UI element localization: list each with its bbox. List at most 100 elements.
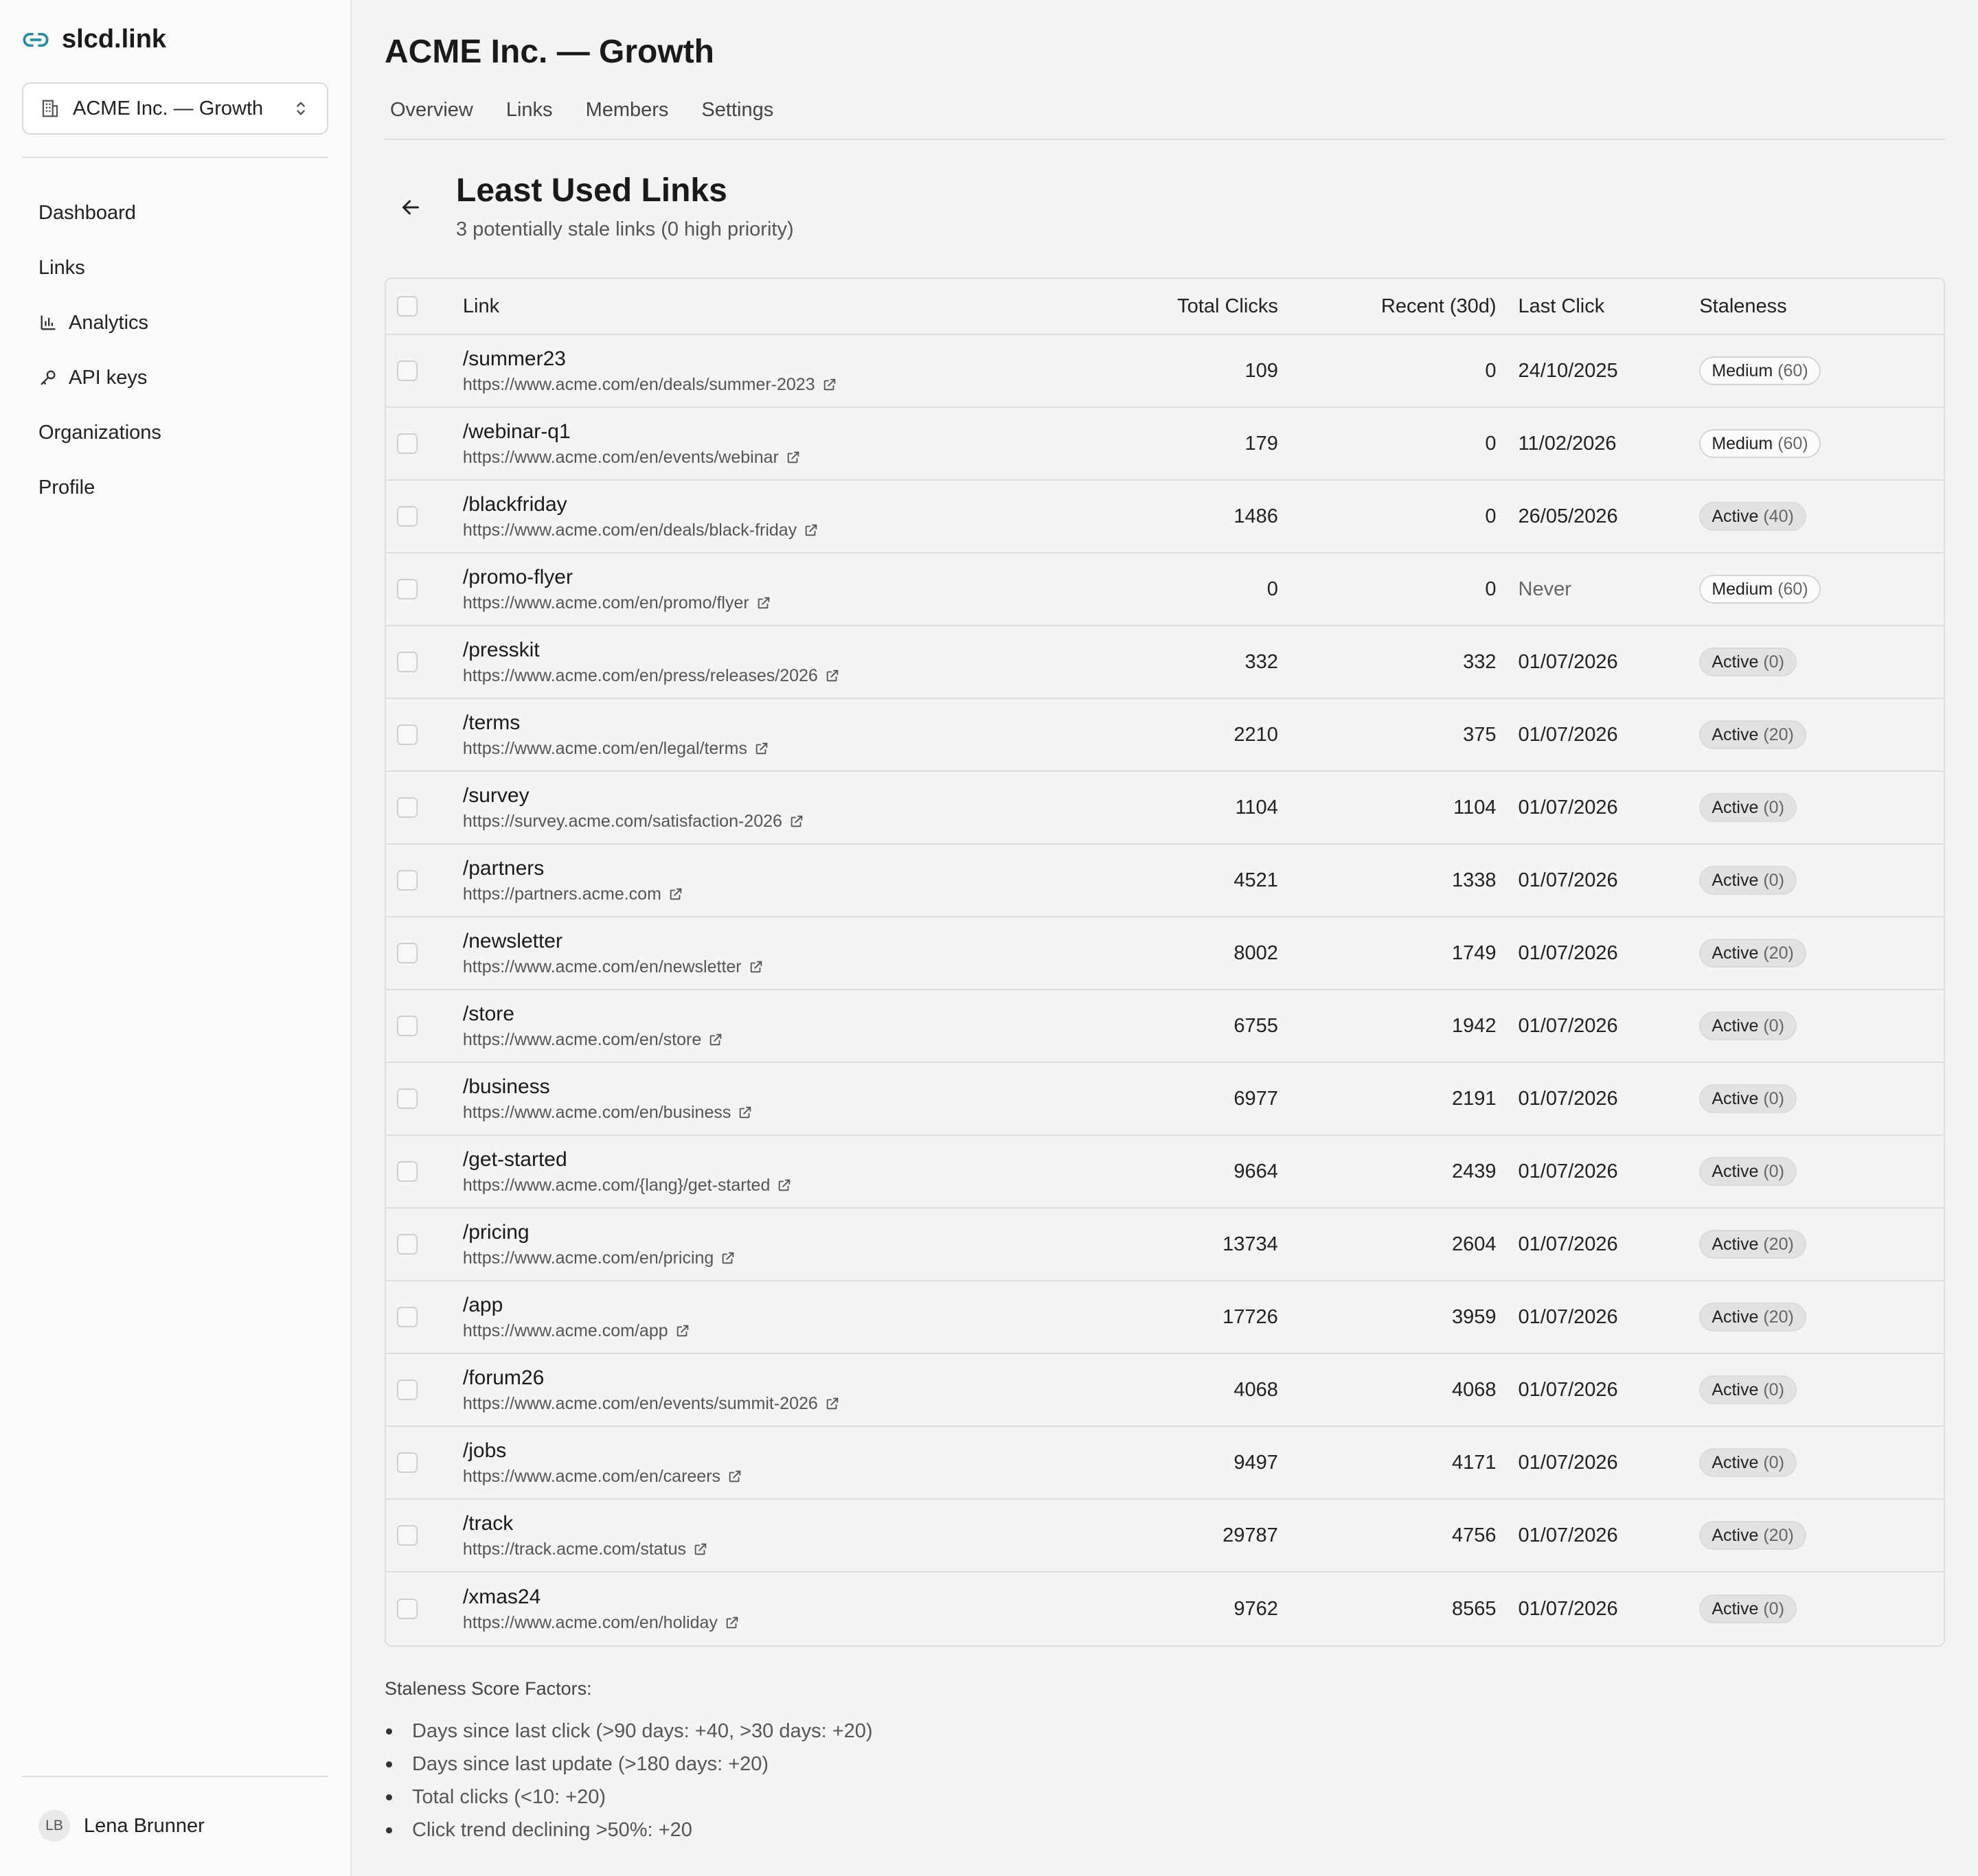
link-destination-url[interactable]: https://www.acme.com/{lang}/get-started	[463, 1176, 770, 1196]
external-link-icon[interactable]	[825, 668, 840, 683]
table-row[interactable]: /newsletter https://www.acme.com/en/newsl…	[386, 917, 1944, 990]
tab-settings[interactable]: Settings	[701, 96, 773, 124]
row-checkbox[interactable]	[397, 797, 418, 818]
table-row[interactable]: /partners https://partners.acme.com 4521 13…	[386, 845, 1944, 917]
link-slug[interactable]: /partners	[463, 857, 1115, 880]
sidebar-item-dashboard[interactable]: Dashboard	[22, 185, 328, 240]
link-slug[interactable]: /get-started	[463, 1148, 1115, 1171]
link-slug[interactable]: /track	[463, 1512, 1115, 1535]
row-checkbox[interactable]	[397, 1088, 418, 1109]
external-link-icon[interactable]	[720, 1250, 736, 1266]
external-link-icon[interactable]	[675, 1323, 690, 1338]
select-all-checkbox[interactable]	[397, 296, 418, 317]
column-header-staleness[interactable]: Staleness	[1696, 295, 1944, 318]
link-slug[interactable]: /webinar-q1	[463, 420, 1115, 444]
row-checkbox[interactable]	[397, 506, 418, 527]
table-row[interactable]: /webinar-q1 https://www.acme.com/en/event…	[386, 408, 1944, 481]
table-row[interactable]: /store https://www.acme.com/en/store 6755 1…	[386, 990, 1944, 1063]
row-checkbox[interactable]	[397, 943, 418, 963]
link-slug[interactable]: /newsletter	[463, 930, 1115, 953]
table-row[interactable]: /promo-flyer https://www.acme.com/en/prom…	[386, 553, 1944, 626]
external-link-icon[interactable]	[756, 595, 771, 610]
tab-members[interactable]: Members	[586, 96, 669, 124]
table-row[interactable]: /business https://www.acme.com/en/busines…	[386, 1063, 1944, 1136]
link-destination-url[interactable]: https://www.acme.com/app	[463, 1321, 668, 1341]
tab-overview[interactable]: Overview	[390, 96, 473, 124]
external-link-icon[interactable]	[789, 814, 804, 829]
sidebar-item-links[interactable]: Links	[22, 240, 328, 295]
external-link-icon[interactable]	[804, 523, 819, 538]
external-link-icon[interactable]	[749, 959, 764, 974]
row-checkbox[interactable]	[397, 1016, 418, 1036]
link-destination-url[interactable]: https://www.acme.com/en/newsletter	[463, 957, 742, 977]
table-row[interactable]: /summer23 https://www.acme.com/en/deals/s…	[386, 335, 1944, 408]
external-link-icon[interactable]	[693, 1542, 708, 1557]
link-slug[interactable]: /jobs	[463, 1439, 1115, 1463]
column-header-last-click[interactable]: Last Click	[1497, 295, 1697, 318]
external-link-icon[interactable]	[754, 741, 769, 756]
row-checkbox[interactable]	[397, 1380, 418, 1400]
table-row[interactable]: /presskit https://www.acme.com/en/press/r…	[386, 626, 1944, 699]
external-link-icon[interactable]	[777, 1178, 792, 1193]
external-link-icon[interactable]	[825, 1396, 840, 1411]
link-destination-url[interactable]: https://www.acme.com/en/holiday	[463, 1613, 718, 1633]
external-link-icon[interactable]	[786, 450, 801, 465]
external-link-icon[interactable]	[725, 1615, 740, 1630]
table-row[interactable]: /survey https://survey.acme.com/satisfact…	[386, 772, 1944, 845]
back-arrow-icon[interactable]	[398, 195, 423, 220]
sidebar-item-profile[interactable]: Profile	[22, 460, 328, 515]
row-checkbox[interactable]	[397, 652, 418, 672]
row-checkbox[interactable]	[397, 1452, 418, 1473]
external-link-icon[interactable]	[738, 1105, 753, 1120]
link-slug[interactable]: /forum26	[463, 1366, 1115, 1390]
external-link-icon[interactable]	[822, 377, 837, 392]
table-row[interactable]: /get-started https://www.acme.com/{lang}/…	[386, 1136, 1944, 1209]
link-slug[interactable]: /blackfriday	[463, 493, 1115, 516]
brand[interactable]: slcd.link	[22, 25, 166, 54]
table-row[interactable]: /pricing https://www.acme.com/en/pricing 1…	[386, 1209, 1944, 1281]
row-checkbox[interactable]	[397, 579, 418, 599]
link-destination-url[interactable]: https://www.acme.com/en/promo/flyer	[463, 593, 749, 613]
sidebar-item-api-keys[interactable]: API keys	[22, 350, 328, 405]
row-checkbox[interactable]	[397, 1525, 418, 1546]
link-destination-url[interactable]: https://www.acme.com/en/press/releases/2…	[463, 666, 818, 686]
column-header-link[interactable]: Link	[463, 295, 1115, 318]
row-checkbox[interactable]	[397, 1234, 418, 1255]
column-header-recent[interactable]: Recent (30d)	[1278, 295, 1497, 318]
link-slug[interactable]: /promo-flyer	[463, 566, 1115, 589]
link-destination-url[interactable]: https://www.acme.com/en/events/webinar	[463, 448, 779, 468]
link-destination-url[interactable]: https://www.acme.com/en/deals/summer-202…	[463, 375, 815, 395]
row-checkbox[interactable]	[397, 1161, 418, 1182]
row-checkbox[interactable]	[397, 433, 418, 454]
link-destination-url[interactable]: https://partners.acme.com	[463, 884, 661, 904]
table-row[interactable]: /blackfriday https://www.acme.com/en/deal…	[386, 481, 1944, 553]
table-row[interactable]: /app https://www.acme.com/app 17726 3959 01/…	[386, 1281, 1944, 1354]
link-destination-url[interactable]: https://www.acme.com/en/careers	[463, 1467, 720, 1487]
link-slug[interactable]: /xmas24	[463, 1586, 1115, 1609]
external-link-icon[interactable]	[668, 886, 683, 902]
tab-links[interactable]: Links	[506, 96, 553, 124]
column-header-total-clicks[interactable]: Total Clicks	[1115, 295, 1278, 318]
external-link-icon[interactable]	[727, 1469, 742, 1484]
link-slug[interactable]: /survey	[463, 784, 1115, 808]
link-destination-url[interactable]: https://www.acme.com/en/events/summit-20…	[463, 1394, 818, 1414]
link-slug[interactable]: /store	[463, 1003, 1115, 1026]
row-checkbox[interactable]	[397, 870, 418, 891]
user-menu[interactable]: LB Lena Brunner	[38, 1810, 205, 1842]
table-row[interactable]: /terms https://www.acme.com/en/legal/term…	[386, 699, 1944, 772]
link-destination-url[interactable]: https://track.acme.com/status	[463, 1540, 686, 1559]
link-destination-url[interactable]: https://www.acme.com/en/store	[463, 1030, 701, 1050]
link-slug[interactable]: /business	[463, 1075, 1115, 1099]
org-switcher[interactable]: ACME Inc. — Growth	[22, 82, 328, 135]
link-destination-url[interactable]: https://www.acme.com/en/deals/black-frid…	[463, 521, 797, 540]
link-slug[interactable]: /app	[463, 1294, 1115, 1317]
row-checkbox[interactable]	[397, 361, 418, 381]
external-link-icon[interactable]	[708, 1032, 723, 1047]
row-checkbox[interactable]	[397, 724, 418, 745]
sidebar-item-analytics[interactable]: Analytics	[22, 295, 328, 350]
link-destination-url[interactable]: https://survey.acme.com/satisfaction-202…	[463, 812, 782, 832]
link-slug[interactable]: /pricing	[463, 1221, 1115, 1244]
link-slug[interactable]: /summer23	[463, 347, 1115, 371]
link-destination-url[interactable]: https://www.acme.com/en/legal/terms	[463, 739, 747, 759]
sidebar-item-organizations[interactable]: Organizations	[22, 405, 328, 460]
